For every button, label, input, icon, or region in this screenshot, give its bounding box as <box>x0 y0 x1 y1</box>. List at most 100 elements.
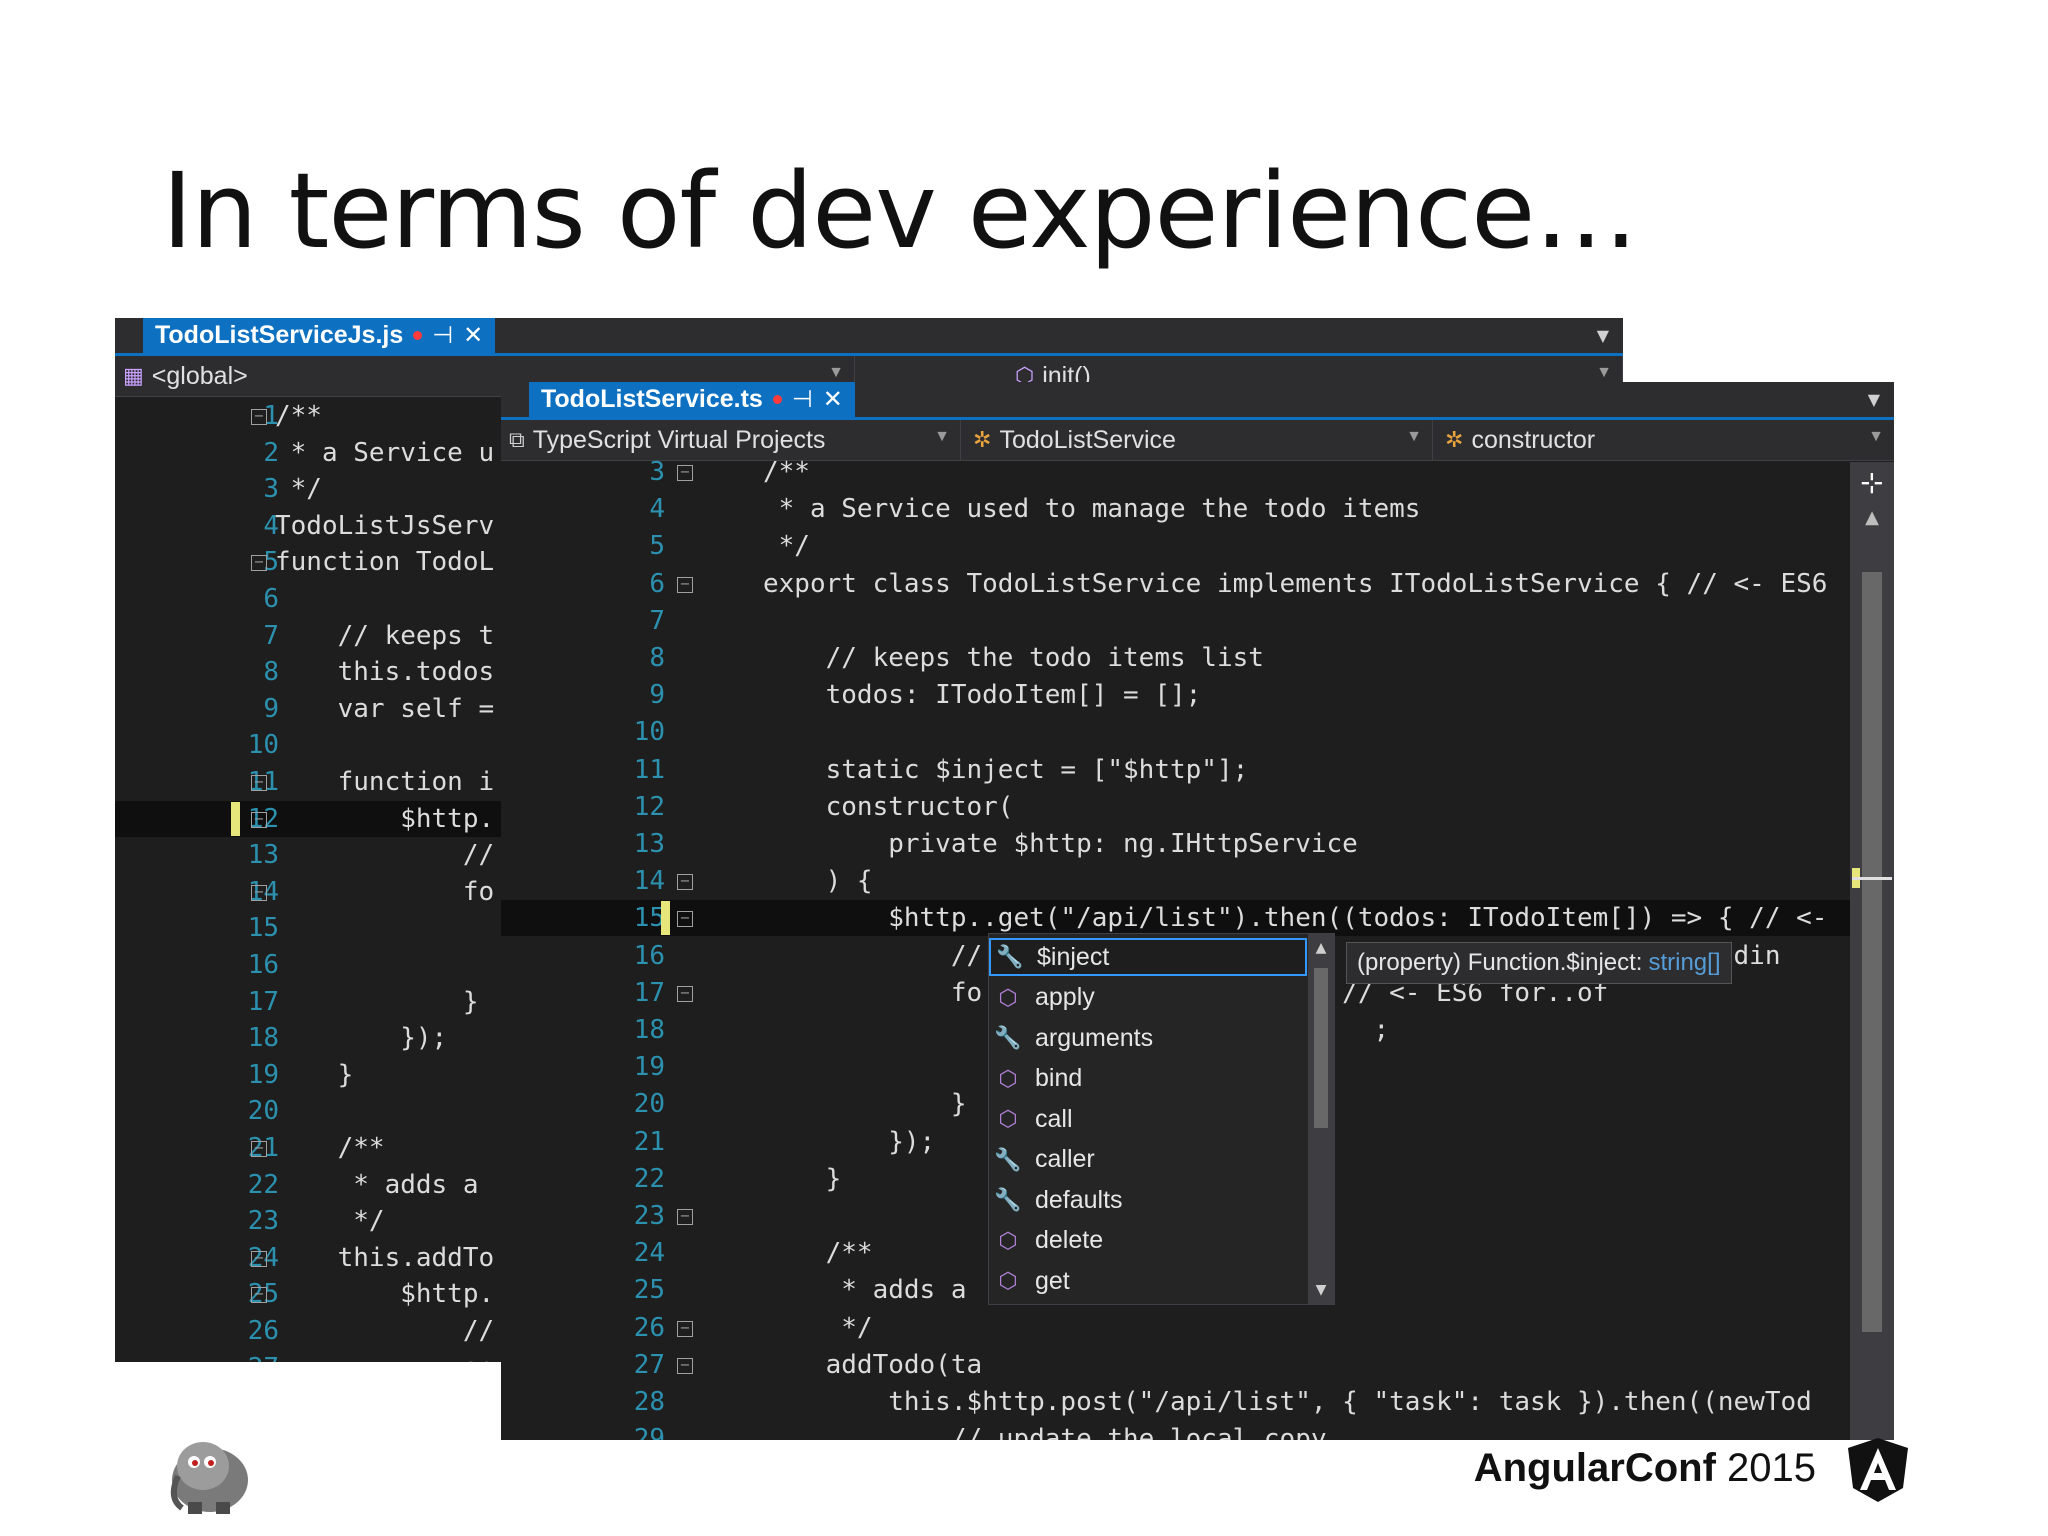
close-icon[interactable]: ✕ <box>823 385 843 414</box>
tooltip-type: string[] <box>1648 949 1721 976</box>
line-number: 6 <box>263 584 279 614</box>
collapse-icon[interactable]: − <box>677 1209 693 1225</box>
code-line[interactable]: 6− export class TodoListService implement… <box>501 566 1894 602</box>
collapse-icon[interactable]: − <box>251 884 267 901</box>
code-text: todos: ITodoItem[] = []; <box>763 680 1202 711</box>
collapse-icon[interactable]: − <box>677 576 693 593</box>
code-text: private $http: ng.IHttpService <box>763 829 1358 859</box>
code-text: // keeps t <box>275 620 495 651</box>
ts-tab[interactable]: TodoListService.ts ⊣ ✕ <box>529 382 855 417</box>
code-line[interactable]: 8 // keeps the todo items list <box>501 640 1894 676</box>
line-number: 27 <box>215 1350 279 1362</box>
scrollbar-thumb[interactable] <box>1862 572 1882 1332</box>
collapse-icon[interactable]: − <box>677 1320 693 1337</box>
code-text: this.$http.post("/api/list", { "task": t… <box>763 1387 1812 1417</box>
completion-item-label: arguments <box>1035 1023 1154 1052</box>
code-text: export class TodoListService implements … <box>763 568 1828 599</box>
completion-item[interactable]: ⬡ delete <box>989 1222 1307 1260</box>
line-number: 4 <box>649 494 665 525</box>
code-line[interactable]: 12 constructor( <box>501 789 1894 825</box>
scroll-down-icon[interactable]: ▼ <box>1308 1282 1334 1298</box>
collapse-icon[interactable]: − <box>677 985 693 1002</box>
completion-item-label: apply <box>1035 983 1095 1011</box>
code-text: }); <box>275 1023 448 1054</box>
code-line[interactable]: 27− addTodo(ta <box>501 1347 1894 1383</box>
collapse-icon[interactable]: − <box>251 775 267 791</box>
completion-scrollbar-thumb[interactable] <box>1314 968 1328 1128</box>
chevron-down-icon: ▼ <box>1596 364 1612 381</box>
code-line[interactable]: 29 // update the local copy <box>501 1421 1894 1440</box>
code-text: fo <box>275 876 495 907</box>
line-number: 11 <box>633 754 665 785</box>
line-number: 10 <box>247 730 279 761</box>
line-number: 17 <box>633 977 665 1008</box>
line-number: 9 <box>263 693 279 724</box>
tab-overflow-icon[interactable]: ▼ <box>1868 390 1880 409</box>
code-line[interactable]: 26− */ <box>501 1310 1894 1346</box>
collapse-icon[interactable]: − <box>251 811 267 828</box>
completion-item[interactable]: 🔧 $inject <box>989 938 1307 976</box>
split-window-icon[interactable]: ⊹ <box>1850 466 1894 499</box>
completion-item[interactable]: ⬡ get <box>989 1262 1307 1300</box>
completion-scrollbar[interactable]: ▲ ▼ <box>1308 934 1334 1304</box>
line-number: 8 <box>263 657 279 688</box>
js-tab[interactable]: TodoListServiceJs.js ⊣ ✕ <box>143 318 496 353</box>
collapse-icon[interactable]: − <box>677 874 693 891</box>
code-line[interactable]: 28 this.$http.post("/api/list", { "task"… <box>501 1384 1894 1420</box>
collapse-icon[interactable]: − <box>251 409 267 425</box>
wrench-icon: 🔧 <box>996 944 1024 969</box>
code-line[interactable]: 14− ) { <box>501 863 1894 899</box>
code-line[interactable]: 5 */ <box>501 528 1894 564</box>
pin-icon[interactable]: ⊣ <box>432 321 453 350</box>
code-text: ) { <box>763 866 873 897</box>
scroll-up-icon[interactable]: ▲ <box>1308 940 1334 956</box>
vertical-scrollbar[interactable]: ⊹ ▲ <box>1850 462 1894 1440</box>
line-number: 12 <box>633 791 665 822</box>
collapse-icon[interactable]: − <box>251 1287 267 1304</box>
code-line[interactable]: 13 private $http: ng.IHttpService <box>501 826 1894 862</box>
completion-item[interactable]: 🔧 defaults <box>989 1181 1307 1219</box>
completion-item[interactable]: ⬡ apply <box>989 979 1307 1017</box>
js-tab-title: TodoListServiceJs.js <box>155 321 404 349</box>
scroll-up-icon[interactable]: ▲ <box>1850 507 1894 528</box>
completion-list[interactable]: ▲ ▼ 🔧 $inject ⬡ apply 🔧 arguments ⬡ bind ⬡ call 🔧 c… <box>988 933 1335 1305</box>
project-icon: ⧉ <box>509 427 525 452</box>
collapse-icon[interactable]: − <box>677 911 693 928</box>
collapse-icon[interactable]: − <box>677 465 693 481</box>
line-number: 3 <box>263 474 279 505</box>
code-text: function TodoL <box>275 547 495 578</box>
completion-item[interactable]: 🔧 arguments <box>989 1019 1307 1057</box>
code-line[interactable]: 9 todos: ITodoItem[] = []; <box>501 677 1894 713</box>
line-number: 7 <box>649 605 665 636</box>
tab-overflow-icon[interactable]: ▼ <box>1597 326 1609 345</box>
line-number: 25 <box>633 1275 665 1306</box>
collapse-icon[interactable]: − <box>251 1141 267 1157</box>
code-line[interactable]: 3− /** <box>501 454 1894 490</box>
code-text: function i <box>275 767 495 797</box>
completion-item[interactable]: 🔧 caller <box>989 1141 1307 1179</box>
code-line[interactable]: 15− $http..get("/api/list").then((todos:… <box>501 900 1894 937</box>
code-text: static $inject = ["$http"]; <box>763 754 1249 785</box>
collapse-icon[interactable]: − <box>251 1250 267 1267</box>
completion-item[interactable]: ⬡ bind <box>989 1060 1307 1098</box>
code-line[interactable]: 11 static $inject = ["$http"]; <box>501 752 1894 788</box>
line-number: 16 <box>247 950 279 980</box>
collapse-icon[interactable]: − <box>677 1357 693 1374</box>
pin-icon[interactable]: ⊣ <box>792 385 813 414</box>
ts-member-label: constructor <box>1471 425 1596 454</box>
line-number: 18 <box>247 1023 279 1054</box>
completion-item[interactable]: ⬡ call <box>989 1100 1307 1138</box>
class-icon: ✲ <box>1445 427 1464 452</box>
ts-tab-title: TodoListService.ts <box>541 385 763 413</box>
code-line[interactable]: 4 * a Service used to manage the todo it… <box>501 491 1894 527</box>
code-text: $http. <box>275 1279 495 1310</box>
code-text: TodoListJsServ <box>275 510 495 541</box>
code-line[interactable]: 10 <box>501 714 1894 750</box>
code-line[interactable]: 7 <box>501 603 1894 639</box>
ts-class-label: TodoListService <box>999 425 1176 454</box>
collapse-icon[interactable]: − <box>251 555 267 572</box>
completion-item-label: bind <box>1035 1064 1083 1092</box>
line-number: 22 <box>247 1169 279 1200</box>
close-icon[interactable]: ✕ <box>463 321 483 350</box>
code-text: /** <box>763 457 810 487</box>
